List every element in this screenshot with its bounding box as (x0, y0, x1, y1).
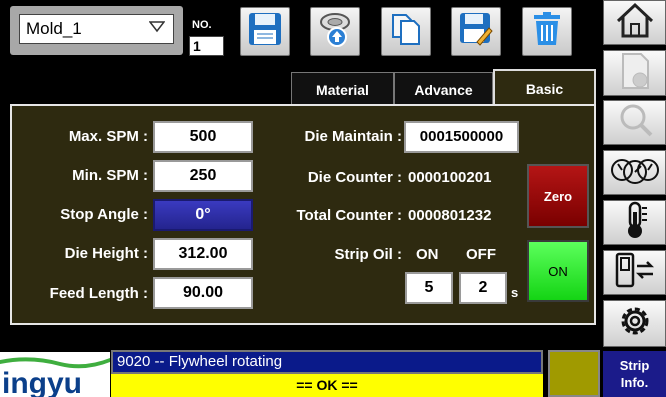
gauges-button[interactable] (603, 150, 666, 195)
mold-data-button[interactable] (603, 50, 666, 96)
stop-angle-input[interactable]: 0° (153, 199, 253, 231)
status-ok-bar: == OK == (111, 374, 543, 397)
load-icon (316, 10, 354, 53)
die-counter-value: 0000100201 (408, 169, 492, 186)
tab-advance[interactable]: Advance (394, 72, 493, 106)
mold-number-label: NO. (192, 19, 212, 31)
mold-select-frame: Mold_1 (10, 6, 183, 55)
min-spm-label: Min. SPM : (72, 167, 148, 184)
total-counter-label: Total Counter : (296, 207, 402, 224)
logo-text: ingyu (2, 367, 82, 397)
copy-icon (388, 11, 424, 52)
document-icon (615, 51, 655, 96)
home-icon (614, 1, 656, 44)
strip-oil-off-label: OFF (466, 246, 496, 263)
trash-icon (530, 11, 564, 52)
gauges-icon (610, 152, 660, 193)
load-button[interactable] (310, 7, 360, 56)
strip-oil-label: Strip Oil : (334, 246, 403, 263)
save-button[interactable] (240, 7, 290, 56)
copy-button[interactable] (381, 7, 431, 56)
temperature-button[interactable] (603, 200, 666, 245)
search-button[interactable] (603, 100, 666, 145)
status-indicator-lamp (548, 350, 600, 397)
stop-angle-label: Stop Angle : (60, 206, 148, 223)
die-height-label: Die Height : (64, 245, 148, 262)
max-spm-label: Max. SPM : (68, 128, 148, 145)
save-icon (247, 11, 283, 52)
mold-select[interactable]: Mold_1 (19, 14, 174, 44)
feed-length-label: Feed Length : (49, 285, 148, 302)
mold-number-field[interactable]: 1 (189, 36, 224, 56)
settings-button[interactable] (603, 300, 666, 347)
save-as-button[interactable] (451, 7, 501, 56)
company-logo: ingyu (0, 352, 110, 397)
gear-icon (615, 301, 655, 346)
strip-oil-on-button[interactable]: ON (527, 240, 589, 302)
feed-length-input[interactable]: 90.00 (153, 277, 253, 309)
strip-oil-unit: s (511, 285, 519, 300)
switch-button[interactable] (603, 250, 666, 295)
strip-oil-off-time-input[interactable]: 2 (459, 272, 507, 304)
switch-icon (613, 251, 657, 294)
total-counter-value: 0000801232 (408, 207, 492, 224)
tab-material[interactable]: Material (291, 72, 394, 106)
die-maintain-label: Die Maintain : (304, 128, 402, 145)
tab-basic[interactable]: Basic (493, 69, 596, 106)
die-counter-label: Die Counter : (307, 169, 402, 186)
die-maintain-input[interactable]: 0001500000 (404, 121, 519, 153)
save-as-icon (458, 11, 494, 52)
delete-button[interactable] (522, 7, 572, 56)
die-height-input[interactable]: 312.00 (153, 238, 253, 270)
chevron-down-icon (148, 20, 166, 36)
strip-oil-on-label: ON (416, 246, 439, 263)
strip-info-line1: Strip (619, 358, 650, 373)
strip-info-line2: Info. (620, 375, 649, 390)
strip-info-button[interactable]: Strip Info. (603, 351, 666, 397)
search-icon (615, 101, 655, 144)
thermometer-icon (620, 200, 650, 245)
alarm-message-bar: 9020 -- Flywheel rotating (111, 350, 543, 374)
mold-select-value: Mold_1 (26, 19, 82, 38)
max-spm-input[interactable]: 500 (153, 121, 253, 153)
strip-oil-on-time-input[interactable]: 5 (405, 272, 453, 304)
zero-counter-button[interactable]: Zero (527, 164, 589, 228)
home-button[interactable] (603, 0, 666, 45)
min-spm-input[interactable]: 250 (153, 160, 253, 192)
